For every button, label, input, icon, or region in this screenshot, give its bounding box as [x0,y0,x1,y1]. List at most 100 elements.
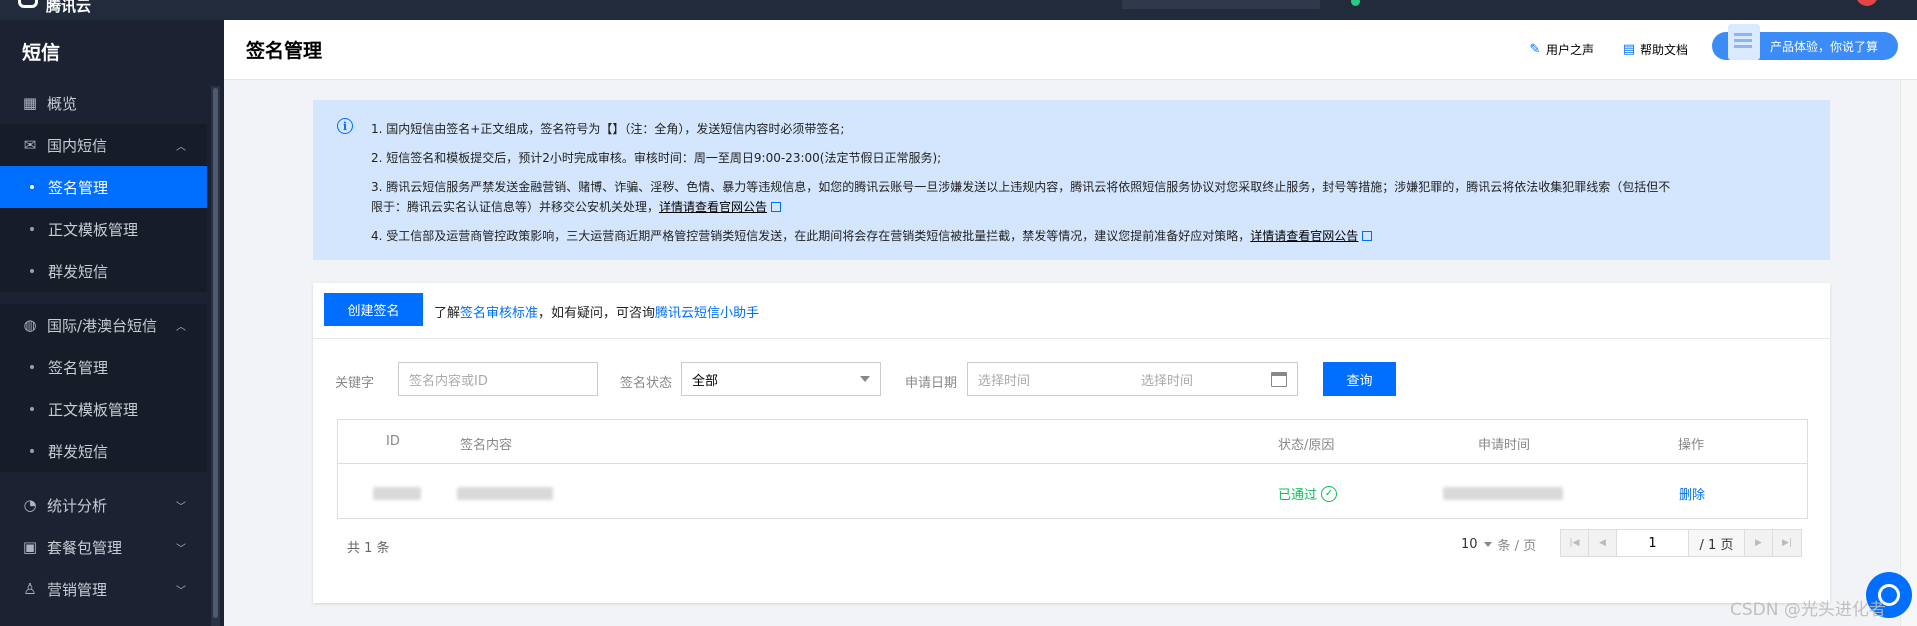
calendar-icon[interactable] [1271,372,1287,387]
cloud-logo-icon[interactable] [18,0,38,8]
sidebar: 短信 ▦ 概览 ✉ 国内短信 ︿ 签名管理 正文模板管理 群发短信 ◍ 国际/港… [0,20,224,626]
promo-label: 产品体验，你说了算 [1770,39,1879,54]
signature-card: 创建签名 了解签名审核标准，如有疑问，可咨询腾讯云短信小助手 关键字 签名内容或… [313,283,1830,603]
page-header: 签名管理 ✎ 用户之声 ▤ 帮助文档 产品体验，你说了算 [224,20,1917,80]
sidebar-item-label: 正文模板管理 [48,400,139,419]
avatar[interactable] [1856,0,1878,6]
bullet-icon [30,227,34,231]
sidebar-item-intl-signature[interactable]: 签名管理 [0,346,207,388]
status-select[interactable]: 全部 [681,362,881,396]
redacted-content [457,487,553,500]
notice-line-4-text: 4. 受工信部及运营商管控政策影响，三大运营商近期严格管控营销类短信发送，在此期… [371,229,1251,243]
total-count: 共 1 条 [347,541,390,556]
watermark: CSDN @光头进化者 [1730,600,1886,620]
sms-assistant-link[interactable]: 腾讯云短信小助手 [655,306,759,321]
sidebar-item-domestic-bulk[interactable]: 群发短信 [0,250,207,292]
bullet-icon [30,269,34,273]
notice-line-2: 2. 短信签名和模板提交后，预计2小时完成审核。审核时间：周一至周日9:00-2… [371,151,942,165]
delete-link[interactable]: 删除 [1679,484,1705,503]
page-number-input[interactable]: 1 [1617,530,1689,556]
pie-chart-icon: ◔ [23,496,37,514]
prev-page-icon[interactable]: ◀ [1589,530,1617,556]
column-header-action: 操作 [1678,438,1705,453]
sidebar-item-label: 群发短信 [48,442,109,461]
chevron-down-icon: ﹀ [176,585,186,597]
page-title: 签名管理 [246,40,323,62]
notice-line-4: 4. 受工信部及运营商管控政策影响，三大运营商近期严格管控营销类短信发送，在此期… [371,227,1373,244]
sidebar-item-international-sms[interactable]: ◍ 国际/港澳台短信 ︿ [0,304,207,346]
tip-mid: ，如有疑问，可咨询 [538,306,656,321]
sidebar-scrollbar-thumb[interactable] [213,88,218,618]
review-standard-link[interactable]: 签名审核标准 [460,306,538,321]
caret-down-icon [860,376,870,382]
redacted-id [373,487,421,500]
create-signature-button[interactable]: 创建签名 [324,293,423,326]
date-label: 申请日期 [905,376,958,391]
notice-line-3b: 限于：腾讯云实名认证信息等）并移交公安机关处理，详情请查看官网公告 [371,198,782,215]
help-docs-link[interactable]: ▤ 帮助文档 [1622,41,1688,58]
query-button[interactable]: 查询 [1323,362,1396,396]
sidebar-item-domestic-templates[interactable]: 正文模板管理 [0,208,207,250]
sidebar-item-label: 国际/港澳台短信 [47,316,158,335]
user-voice-label: 用户之声 [1546,43,1595,57]
sidebar-item-label: 营销管理 [47,580,108,599]
user-icon: ♙ [23,580,37,598]
keyword-input[interactable]: 签名内容或ID [398,362,598,396]
feedback-promo-button[interactable]: 产品体验，你说了算 [1712,24,1898,60]
chevron-down-icon: ﹀ [176,543,186,555]
notice-panel: i 1. 国内短信由签名+正文组成，签名符号为【】（注：全角），发送短信内容时必… [313,100,1830,260]
sidebar-item-packages[interactable]: ▣ 套餐包管理 ﹀ [0,526,207,568]
sidebar-item-marketing[interactable]: ♙ 营销管理 ﹀ [0,568,207,610]
sidebar-item-label: 统计分析 [47,496,108,515]
sidebar-item-intl-bulk[interactable]: 群发短信 [0,430,207,472]
status-text: 已通过 [1278,488,1318,503]
date-range-picker[interactable]: 选择时间 选择时间 [967,362,1298,396]
user-voice-link[interactable]: ✎ 用户之声 [1528,41,1594,58]
external-link-icon [1362,231,1373,241]
sidebar-item-label: 签名管理 [48,358,109,377]
mail-icon: ✉ [23,136,37,154]
table-header: ID 签名内容 状态/原因 申请时间 操作 [338,420,1807,464]
top-bar: 腾讯云 [0,0,1917,20]
page-scrollbar[interactable] [1900,80,1917,626]
brand-name[interactable]: 腾讯云 [46,0,91,16]
sidebar-item-stats[interactable]: ◔ 统计分析 ﹀ [0,484,207,526]
date-start-input[interactable]: 选择时间 [978,370,1141,389]
tip-prefix: 了解 [434,306,461,321]
chevron-up-icon: ︿ [176,141,186,153]
first-page-icon[interactable]: |◀ [1561,530,1589,556]
bullet-icon [30,365,34,369]
chevron-up-icon: ︿ [176,321,186,333]
package-icon: ▣ [22,538,38,556]
pagination: |◀ ◀ 1 / 1 页 ▶ ▶| [1560,529,1802,557]
column-header-date: 申请时间 [1478,438,1531,453]
page-size-select[interactable]: 10 条 / 页 [1461,535,1536,554]
last-page-icon[interactable]: ▶| [1773,530,1801,556]
bullet-icon [30,449,34,453]
next-page-icon[interactable]: ▶ [1745,530,1773,556]
status-badge: 已通过 ✓ [1278,484,1338,503]
column-header-content: 签名内容 [460,438,513,453]
date-end-input[interactable]: 选择时间 [1141,370,1193,389]
check-circle-icon: ✓ [1321,485,1338,502]
keyword-label: 关键字 [335,376,375,391]
sidebar-title: 短信 [22,42,61,64]
bullet-icon [30,407,34,411]
external-link-icon [771,202,782,212]
announcement-link[interactable]: 详情请查看官网公告 [1250,229,1358,243]
bullet-icon [30,185,34,189]
globe-icon: ◍ [23,316,37,334]
card-toolbar: 创建签名 了解签名审核标准，如有疑问，可咨询腾讯云短信小助手 [313,283,1830,339]
global-search-input[interactable] [1122,0,1320,9]
announcement-link[interactable]: 详情请查看官网公告 [659,200,767,214]
status-dot-icon[interactable] [1351,0,1360,6]
sidebar-item-intl-templates[interactable]: 正文模板管理 [0,388,207,430]
sidebar-item-domestic-sms[interactable]: ✉ 国内短信 ︿ [0,124,207,166]
notice-line-3a: 3. 腾讯云短信服务严禁发送金融营销、赌博、诈骗、淫秽、色情、暴力等违规信息，如… [371,180,1671,194]
sidebar-item-domestic-signature[interactable]: 签名管理 [0,166,207,208]
page-size-unit: 条 / 页 [1497,539,1537,554]
document-illustration-icon [1728,24,1760,60]
column-header-status: 状态/原因 [1278,438,1335,453]
sidebar-item-overview[interactable]: ▦ 概览 [0,82,207,124]
edit-icon: ✎ [1529,42,1541,57]
